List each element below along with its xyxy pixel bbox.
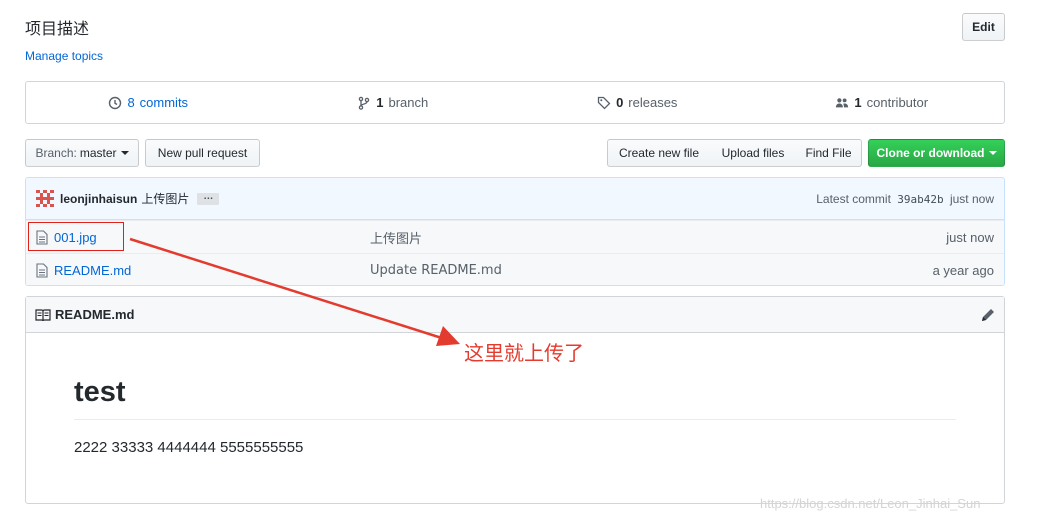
table-row: 001.jpg 上传图片 just now <box>26 220 1004 253</box>
file-name-link[interactable]: README.md <box>54 263 370 278</box>
branches-link[interactable]: 1 branch <box>271 82 516 123</box>
annotation-highlight-box <box>28 222 124 251</box>
branch-count: 1 <box>376 95 384 110</box>
readme-panel: README.md test 2222 33333 4444444 555555… <box>25 296 1005 504</box>
upload-files-button[interactable]: Upload files <box>710 139 797 167</box>
file-navigation: leonjinhaisun 上传图片 … Latest commit 39ab4… <box>25 177 1005 286</box>
annotation-text: 这里就上传了 <box>464 341 584 365</box>
file-commit-message[interactable]: 上传图片 <box>370 228 884 247</box>
table-row: README.md Update README.md a year ago <box>26 253 1004 285</box>
contributors-link[interactable]: 1 contributor <box>760 82 1005 123</box>
commit-expand-button[interactable]: … <box>197 191 220 205</box>
readme-heading: test <box>74 376 956 420</box>
repo-description: 项目描述 <box>25 19 90 38</box>
create-new-file-button[interactable]: Create new file <box>607 139 711 167</box>
readme-body: test 2222 33333 4444444 5555555555 <box>26 376 1004 456</box>
branch-icon <box>359 96 370 110</box>
latest-commit-label: Latest commit <box>816 191 891 206</box>
find-file-button[interactable]: Find File <box>796 139 862 167</box>
new-pull-request-button[interactable]: New pull request <box>145 139 260 167</box>
commit-author[interactable]: leonjinhaisun <box>60 192 137 206</box>
releases-count: 0 <box>616 95 624 110</box>
people-icon <box>836 97 849 107</box>
commit-message[interactable]: 上传图片 <box>141 190 189 207</box>
numbers-summary: 8 commits 1 branch 0 releases 1 contribu… <box>25 81 1005 124</box>
readme-paragraph: 2222 33333 4444444 5555555555 <box>74 439 304 456</box>
commit-time: just now <box>949 191 994 206</box>
releases-label: releases <box>628 95 678 110</box>
commits-label: commits <box>139 95 189 110</box>
branch-name: master <box>79 146 117 160</box>
readme-filename: README.md <box>55 307 135 322</box>
chevron-down-icon <box>120 151 129 155</box>
history-icon <box>109 96 122 109</box>
edit-button[interactable]: Edit <box>962 13 1005 41</box>
book-icon <box>35 308 51 321</box>
readme-header: README.md <box>26 297 1004 333</box>
commits-count: 8 <box>127 95 135 110</box>
tag-icon <box>597 96 611 109</box>
avatar[interactable] <box>36 189 54 208</box>
latest-commit-info: Latest commit 39ab42b just now <box>816 192 994 206</box>
clone-label: Clone or download <box>876 146 985 160</box>
watermark: https://blog.csdn.net/Leon_Jinhai_Sun <box>760 496 981 511</box>
commits-link[interactable]: 8 commits <box>26 82 271 123</box>
file-icon <box>26 262 54 278</box>
pencil-icon[interactable] <box>980 307 996 323</box>
commit-tease: leonjinhaisun 上传图片 … Latest commit 39ab4… <box>26 178 1004 220</box>
file-age: just now <box>946 229 994 245</box>
manage-topics-link[interactable]: Manage topics <box>25 49 103 63</box>
commit-sha[interactable]: 39ab42b <box>897 193 943 206</box>
contributor-label: contributor <box>866 95 929 110</box>
file-commit-message[interactable]: Update README.md <box>370 263 884 278</box>
chevron-down-icon <box>988 151 997 155</box>
branch-prefix: Branch: <box>35 146 77 160</box>
contributor-count: 1 <box>854 95 862 110</box>
branch-select-button[interactable]: Branch: master <box>25 139 139 167</box>
file-age: a year ago <box>932 262 994 278</box>
branch-label: branch <box>388 95 429 110</box>
releases-link[interactable]: 0 releases <box>515 82 760 123</box>
clone-download-button[interactable]: Clone or download <box>868 139 1005 167</box>
